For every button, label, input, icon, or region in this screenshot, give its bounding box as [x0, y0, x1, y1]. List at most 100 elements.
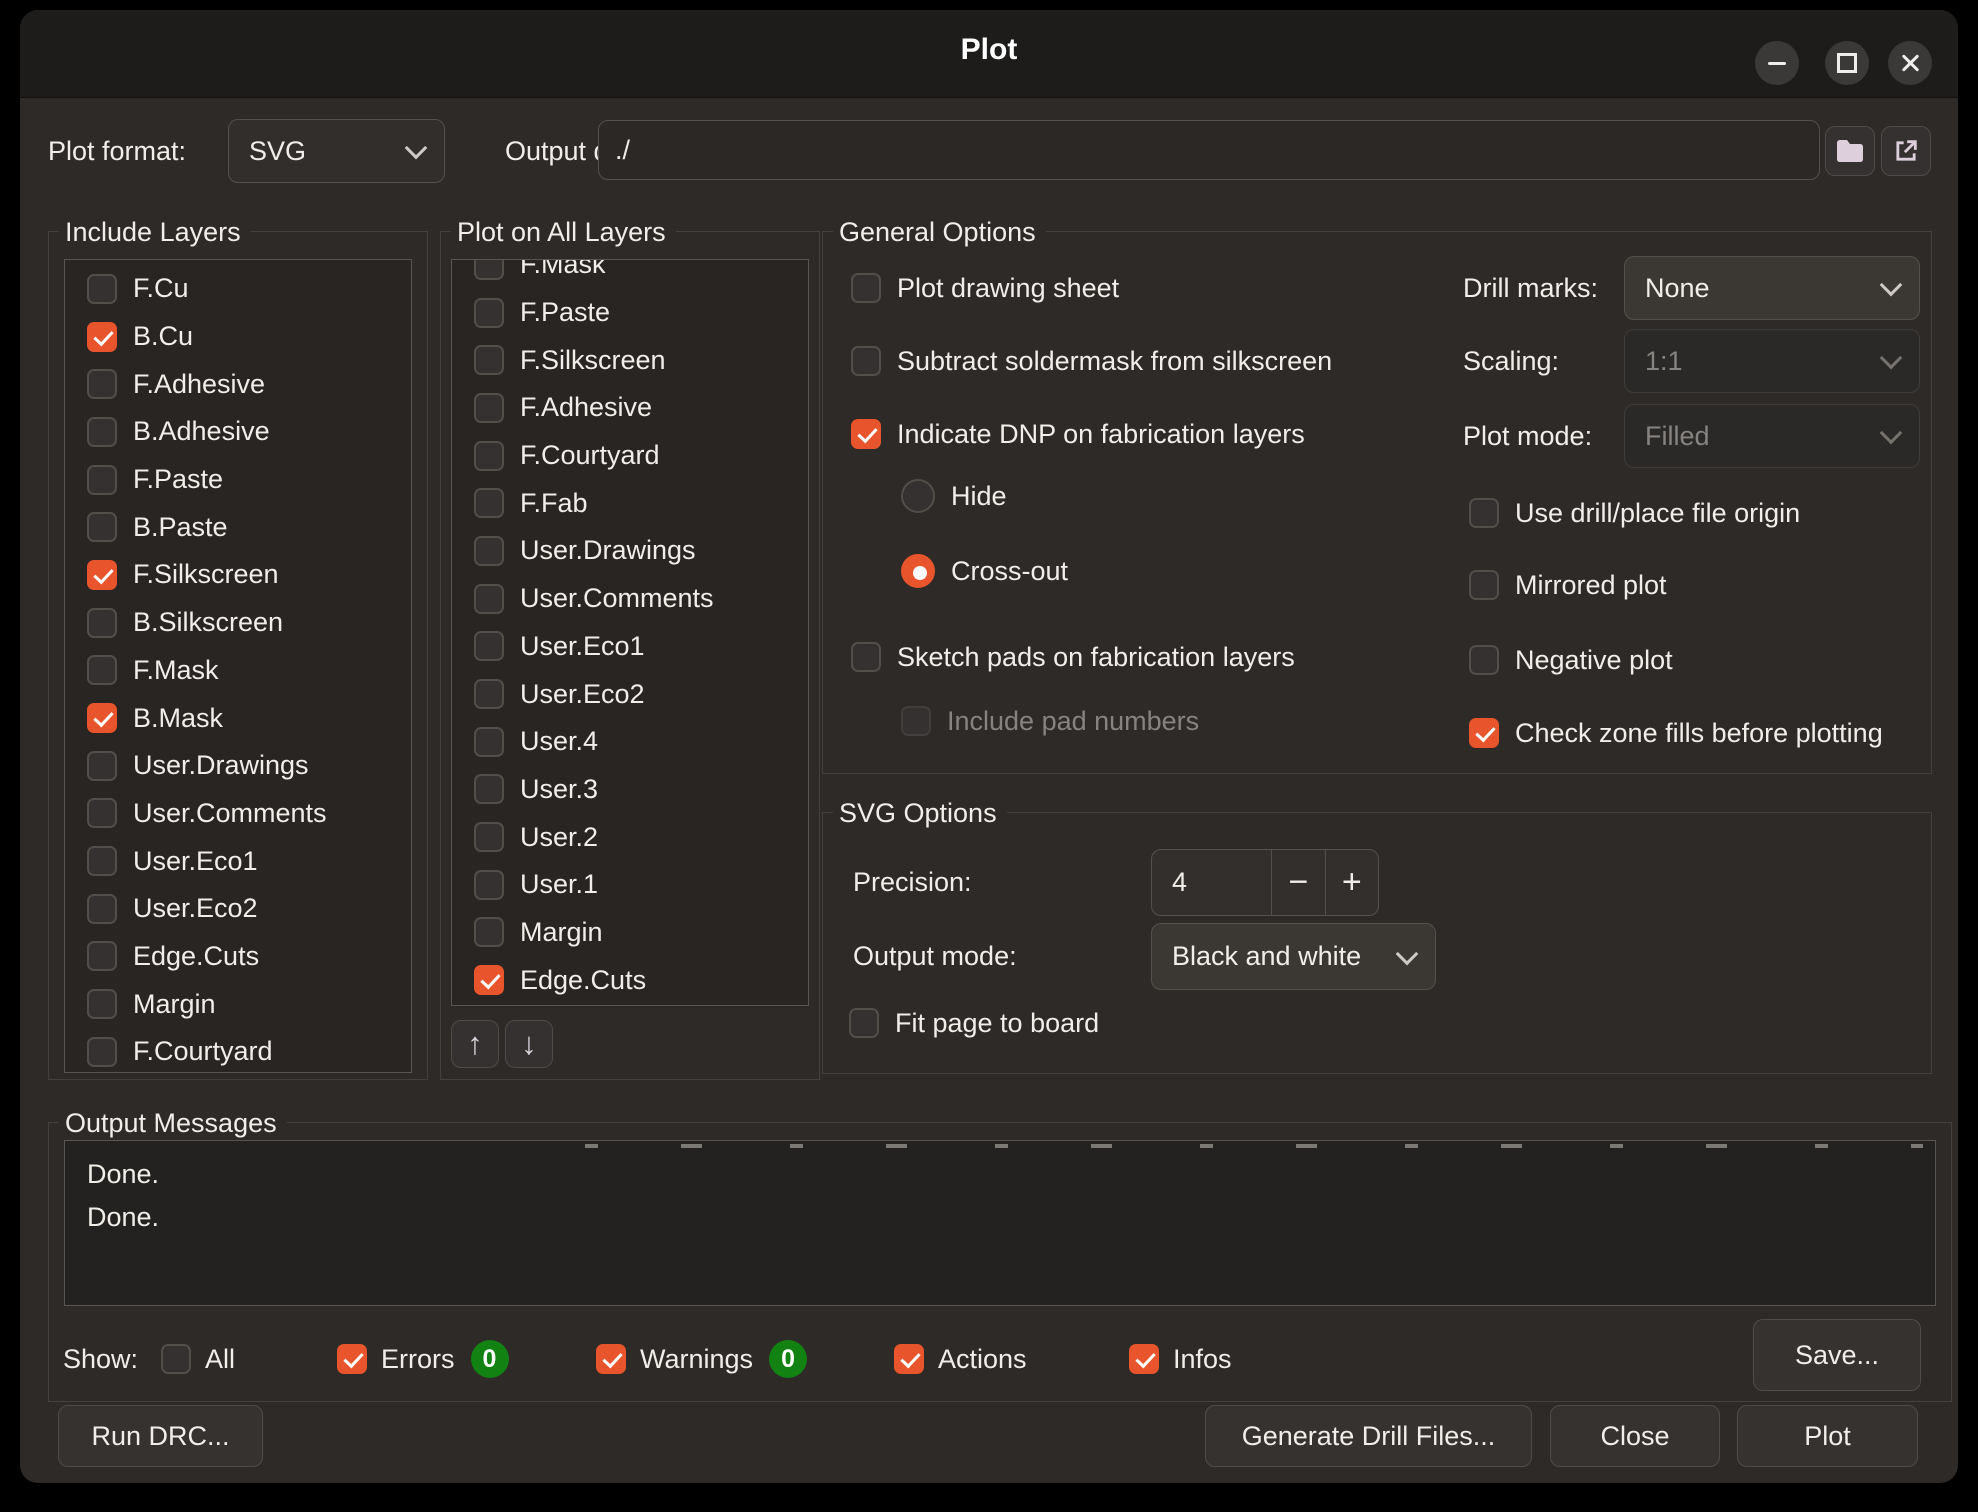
layer-row[interactable]: Edge.Cuts: [65, 933, 411, 981]
minimize-button[interactable]: [1755, 41, 1799, 85]
layer-row[interactable]: User.Comments: [452, 575, 808, 623]
layer-row[interactable]: B.Silkscreen: [65, 599, 411, 647]
browse-folder-button[interactable]: [1825, 126, 1875, 176]
run-drc-button[interactable]: Run DRC...: [58, 1405, 263, 1467]
subtract-soldermask-option[interactable]: Subtract soldermask from silkscreen: [851, 343, 1332, 379]
checkbox[interactable]: [337, 1344, 367, 1374]
checkbox[interactable]: [87, 894, 117, 924]
close-button[interactable]: [1888, 41, 1932, 85]
layer-row[interactable]: User.Eco1: [452, 623, 808, 671]
checkbox[interactable]: [474, 441, 504, 471]
layer-row[interactable]: B.Cu: [65, 313, 411, 361]
plot-drawing-sheet-option[interactable]: Plot drawing sheet: [851, 270, 1119, 306]
output-mode-select[interactable]: Black and white: [1151, 923, 1436, 990]
layer-row[interactable]: F.Adhesive: [65, 360, 411, 408]
mirrored-plot-option[interactable]: Mirrored plot: [1469, 567, 1667, 603]
include-layers-list[interactable]: F.Cu B.Cu F.Adhesive B.Adhesive F.Paste …: [64, 259, 412, 1073]
precision-increment-button[interactable]: +: [1325, 850, 1378, 915]
layer-row[interactable]: F.Mask: [65, 647, 411, 695]
checkbox[interactable]: [474, 488, 504, 518]
negative-plot-option[interactable]: Negative plot: [1469, 642, 1673, 678]
checkbox[interactable]: [87, 703, 117, 733]
checkbox[interactable]: [474, 536, 504, 566]
checkbox[interactable]: [1469, 718, 1499, 748]
checkbox[interactable]: [87, 608, 117, 638]
checkbox[interactable]: [474, 917, 504, 947]
layer-row[interactable]: F.Cu: [65, 265, 411, 313]
layer-row[interactable]: Margin: [65, 980, 411, 1028]
checkbox[interactable]: [474, 345, 504, 375]
output-directory-input[interactable]: [598, 120, 1820, 180]
filter-all[interactable]: All: [161, 1331, 235, 1387]
sketch-pads-option[interactable]: Sketch pads on fabrication layers: [851, 639, 1295, 675]
fit-page-option[interactable]: Fit page to board: [849, 1005, 1099, 1041]
checkbox[interactable]: [87, 274, 117, 304]
checkbox[interactable]: [474, 965, 504, 995]
layer-row[interactable]: Edge.Cuts: [452, 956, 808, 1004]
layer-row[interactable]: User.3: [452, 766, 808, 814]
checkbox[interactable]: [1469, 570, 1499, 600]
checkbox[interactable]: [87, 512, 117, 542]
layer-row[interactable]: User.Eco1: [65, 837, 411, 885]
checkbox[interactable]: [87, 989, 117, 1019]
filter-actions[interactable]: Actions: [894, 1331, 1027, 1387]
checkbox[interactable]: [474, 679, 504, 709]
checkbox[interactable]: [87, 560, 117, 590]
checkbox[interactable]: [474, 631, 504, 661]
checkbox[interactable]: [894, 1344, 924, 1374]
generate-drill-files-button[interactable]: Generate Drill Files...: [1205, 1405, 1532, 1467]
checkbox[interactable]: [87, 751, 117, 781]
checkbox[interactable]: [851, 642, 881, 672]
checkbox[interactable]: [474, 774, 504, 804]
open-external-button[interactable]: [1881, 126, 1931, 176]
layer-row[interactable]: B.Paste: [65, 503, 411, 551]
checkbox[interactable]: [851, 419, 881, 449]
layer-row[interactable]: F.Fab: [452, 479, 808, 527]
radio-button[interactable]: [901, 554, 935, 588]
checkbox[interactable]: [87, 322, 117, 352]
layer-row[interactable]: User.2: [452, 813, 808, 861]
indicate-dnp-option[interactable]: Indicate DNP on fabrication layers: [851, 416, 1305, 452]
checkbox[interactable]: [87, 417, 117, 447]
checkbox[interactable]: [474, 259, 504, 280]
move-layer-up-button[interactable]: ↑: [451, 1020, 499, 1068]
checkbox[interactable]: [474, 822, 504, 852]
precision-spinner[interactable]: 4 − +: [1151, 849, 1379, 916]
layer-row[interactable]: F.Courtyard: [65, 1028, 411, 1073]
save-button[interactable]: Save...: [1753, 1319, 1921, 1391]
checkbox[interactable]: [87, 369, 117, 399]
dnp-hide-radio[interactable]: Hide: [901, 478, 1007, 514]
checkbox[interactable]: [474, 393, 504, 423]
checkbox[interactable]: [1469, 498, 1499, 528]
layer-row[interactable]: F.Mask: [452, 259, 808, 289]
filter-errors[interactable]: Errors 0: [337, 1331, 509, 1387]
filter-warnings[interactable]: Warnings 0: [596, 1331, 807, 1387]
layer-row[interactable]: F.Paste: [65, 456, 411, 504]
layer-row[interactable]: F.Courtyard: [452, 432, 808, 480]
layer-row[interactable]: F.Adhesive: [452, 384, 808, 432]
precision-decrement-button[interactable]: −: [1271, 850, 1324, 915]
plot-format-select[interactable]: SVG: [228, 119, 445, 183]
precision-value[interactable]: 4: [1152, 850, 1271, 915]
use-drill-origin-option[interactable]: Use drill/place file origin: [1469, 495, 1800, 531]
filter-infos[interactable]: Infos: [1129, 1331, 1232, 1387]
checkbox[interactable]: [849, 1008, 879, 1038]
checkbox[interactable]: [87, 798, 117, 828]
layer-row[interactable]: F.Paste: [452, 289, 808, 337]
layer-row[interactable]: F.Silkscreen: [452, 336, 808, 384]
checkbox[interactable]: [1469, 645, 1499, 675]
checkbox[interactable]: [474, 870, 504, 900]
layer-row[interactable]: User.Drawings: [65, 742, 411, 790]
checkbox[interactable]: [87, 1037, 117, 1067]
checkbox[interactable]: [87, 846, 117, 876]
close-dialog-button[interactable]: Close: [1550, 1405, 1720, 1467]
layer-row[interactable]: User.Comments: [65, 790, 411, 838]
checkbox[interactable]: [851, 346, 881, 376]
layer-row[interactable]: F.Silkscreen: [65, 551, 411, 599]
plot-button[interactable]: Plot: [1737, 1405, 1918, 1467]
check-zone-fills-option[interactable]: Check zone fills before plotting: [1469, 715, 1883, 751]
checkbox[interactable]: [87, 941, 117, 971]
dnp-crossout-radio[interactable]: Cross-out: [901, 553, 1068, 589]
checkbox[interactable]: [851, 273, 881, 303]
plot-on-all-layers-list[interactable]: F.Mask F.Paste F.Silkscreen F.Adhesive F…: [451, 259, 809, 1006]
